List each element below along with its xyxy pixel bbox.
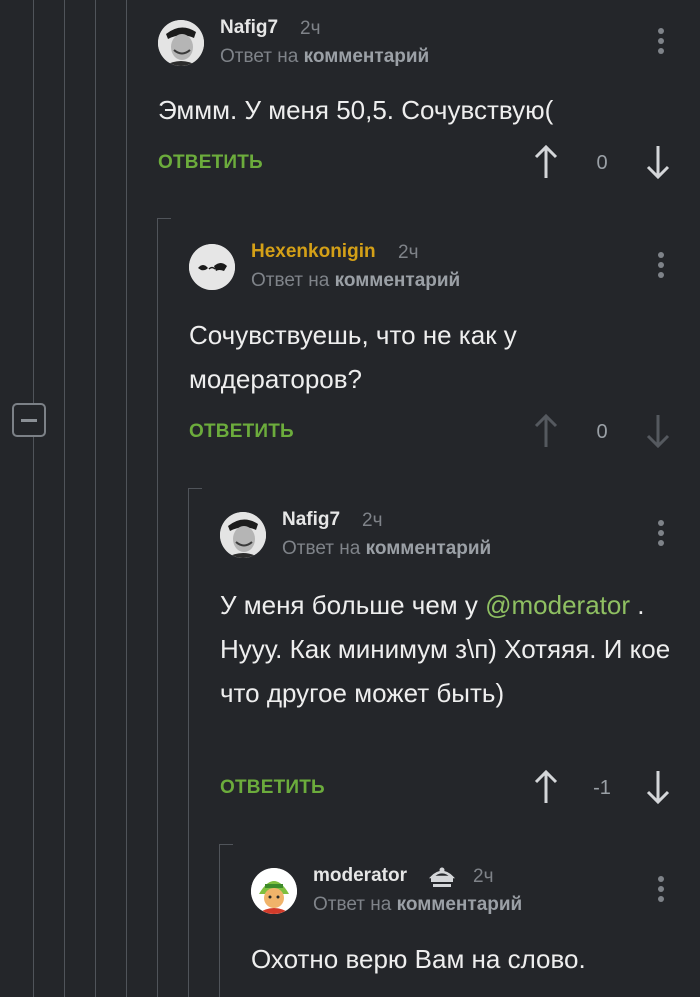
more-vertical-icon[interactable] [658, 876, 664, 906]
reply-to-label[interactable]: Ответ на комментарий [282, 538, 491, 560]
reply-to-label[interactable]: Ответ на комментарий [313, 894, 522, 916]
rating-value: 0 [596, 421, 608, 443]
avatar[interactable] [189, 244, 235, 290]
comment-time: 2ч [473, 866, 494, 887]
comment-time: 2ч [300, 18, 321, 39]
thread-line [64, 0, 65, 997]
reply-button[interactable]: ОТВЕТИТЬ [158, 152, 263, 174]
rating-value: -1 [593, 777, 611, 799]
comment-text: Охотно верю Вам на слово. [251, 944, 586, 974]
arrow-up-icon[interactable] [532, 144, 560, 180]
thread-connector [157, 218, 171, 219]
reply-to-label[interactable]: Ответ на комментарий [251, 270, 460, 292]
reply-to-link[interactable]: комментарий [304, 46, 430, 67]
author-name[interactable]: moderator [313, 865, 407, 887]
arrow-up-icon[interactable] [532, 413, 560, 449]
author-name[interactable]: Nafig7 [220, 17, 278, 39]
comment: Nafig7 2ч Ответ на комментарий У меня бо… [220, 509, 700, 832]
reply-button[interactable]: ОТВЕТИТЬ [220, 777, 325, 799]
comment-text-part: У меня больше чем у [220, 590, 478, 620]
thread-line [126, 0, 127, 997]
rating-value: 0 [596, 152, 608, 174]
arrow-down-icon[interactable] [644, 144, 672, 180]
thread-line [157, 218, 158, 997]
comment: moderator 2ч Ответ на комментарий Охотно… [251, 865, 700, 997]
comment-actions: ОТВЕТИТЬ 0 [158, 144, 700, 184]
reply-to-prefix: Ответ на [220, 46, 299, 67]
reply-to-label[interactable]: Ответ на комментарий [220, 46, 429, 68]
reply-to-link[interactable]: комментарий [335, 270, 461, 291]
collapse-thread-button[interactable] [12, 403, 46, 437]
reply-button[interactable]: ОТВЕТИТЬ [189, 421, 294, 443]
comment-actions: ОТВЕТИТЬ 0 [189, 413, 700, 453]
avatar[interactable] [220, 512, 266, 558]
author-name[interactable]: Hexenkonigin [251, 241, 376, 263]
comment: Nafig7 2ч Ответ на комментарий Эммм. У м… [158, 17, 700, 210]
reply-to-prefix: Ответ на [313, 894, 392, 915]
comment: Hexenkonigin 2ч Ответ на комментарий Соч… [189, 241, 700, 474]
reply-to-prefix: Ответ на [282, 538, 361, 559]
comment-time: 2ч [398, 242, 419, 263]
arrow-up-icon[interactable] [532, 769, 560, 805]
reply-to-link[interactable]: комментарий [397, 894, 523, 915]
thread-line [33, 0, 34, 997]
moderator-cap-icon [428, 865, 456, 889]
more-vertical-icon[interactable] [658, 28, 664, 58]
comment-text: Эммм. У меня 50,5. Сочувствую( [158, 95, 554, 125]
comment-time: 2ч [362, 510, 383, 531]
comment-text: Сочувствуешь, что не как у модераторов? [189, 320, 517, 394]
author-name[interactable]: Nafig7 [282, 509, 340, 531]
thread-line [219, 844, 220, 997]
arrow-down-icon[interactable] [644, 769, 672, 805]
avatar[interactable] [251, 868, 297, 914]
reply-to-prefix: Ответ на [251, 270, 330, 291]
thread-connector [219, 844, 233, 845]
thread-line [95, 0, 96, 997]
more-vertical-icon[interactable] [658, 252, 664, 282]
thread-line [188, 488, 189, 997]
more-vertical-icon[interactable] [658, 520, 664, 550]
reply-to-link[interactable]: комментарий [366, 538, 492, 559]
avatar[interactable] [158, 20, 204, 66]
user-mention-link[interactable]: @moderator [485, 590, 630, 620]
arrow-down-icon[interactable] [644, 413, 672, 449]
comment-actions: ОТВЕТИТЬ -1 [220, 769, 700, 809]
thread-connector [188, 488, 202, 489]
comment-text: У меня больше чем у @moderator . Нууу. К… [220, 583, 675, 715]
